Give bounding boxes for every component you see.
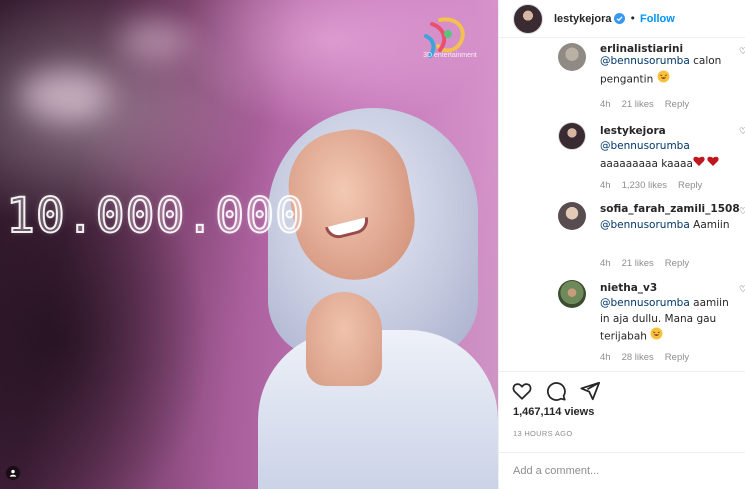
- comment-body: Aamiin: [689, 219, 730, 231]
- comment-likes[interactable]: 28 likes: [622, 352, 654, 363]
- media-overlay-number: 10.000.000: [5, 187, 305, 245]
- comment-reply-button[interactable]: Reply: [665, 258, 689, 269]
- post-side-panel: lestykejora • Follow erlinalistiarini @b…: [498, 0, 745, 489]
- comment-item: erlinalistiarini @bennusorumba calon pen…: [499, 39, 745, 113]
- comment-item: nietha_v3 @bennusorumba aamiin in aja du…: [499, 277, 745, 369]
- commenter-username[interactable]: lestykejora: [600, 125, 666, 137]
- comment-item: sofia_farah_zamili_1508 @bennusorumba Aa…: [499, 199, 745, 275]
- comment-text: @bennusorumba aaaaaaaaa kaaaa: [600, 139, 730, 172]
- add-comment-input[interactable]: [513, 465, 733, 477]
- comment-mention[interactable]: @bennusorumba: [600, 140, 690, 152]
- commenter-username[interactable]: nietha_v3: [600, 282, 657, 294]
- comment-meta: 4h 21 likes Reply: [600, 258, 700, 269]
- comment-heart-icon[interactable]: ♡: [739, 285, 745, 295]
- bokeh-light: [120, 20, 190, 60]
- commenter-avatar[interactable]: [558, 122, 586, 150]
- views-count[interactable]: 1,467,114 views: [513, 406, 594, 418]
- laughing-face-icon: [650, 327, 663, 346]
- comment-heart-icon[interactable]: ♡: [739, 47, 745, 57]
- author-username[interactable]: lestykejora: [554, 13, 611, 25]
- comment-meta: 4h 21 likes Reply: [600, 99, 700, 110]
- post-header: lestykejora • Follow: [499, 0, 745, 38]
- comment-time: 4h: [600, 99, 611, 110]
- author-avatar[interactable]: [513, 3, 543, 34]
- comments-list[interactable]: erlinalistiarini @bennusorumba calon pen…: [499, 39, 745, 370]
- comment-likes[interactable]: 21 likes: [622, 258, 654, 269]
- comment-time: 4h: [600, 258, 611, 269]
- brand-text: 3D entertainment: [423, 52, 477, 59]
- post-media[interactable]: 10.000.000 3D entertainment: [0, 0, 498, 489]
- comment-mention[interactable]: @bennusorumba: [600, 297, 690, 309]
- like-heart-icon[interactable]: [511, 380, 533, 402]
- red-hearts-icon: [693, 155, 721, 173]
- follow-button[interactable]: Follow: [640, 13, 675, 25]
- comment-likes[interactable]: 21 likes: [622, 99, 654, 110]
- comment-meta: 4h 28 likes Reply: [600, 352, 700, 363]
- post-timestamp[interactable]: 13 HOURS AGO: [513, 429, 572, 438]
- comment-time: 4h: [600, 180, 611, 191]
- comment-item: lestykejora @bennusorumba aaaaaaaaa kaaa…: [499, 119, 745, 195]
- tagged-user-icon[interactable]: [6, 466, 20, 480]
- add-comment-bar: [499, 452, 745, 489]
- comment-likes[interactable]: 1,230 likes: [622, 180, 667, 191]
- comment-reply-button[interactable]: Reply: [678, 180, 702, 191]
- comment-reply-button[interactable]: Reply: [665, 352, 689, 363]
- comment-mention[interactable]: @bennusorumba: [600, 219, 690, 231]
- comment-time: 4h: [600, 352, 611, 363]
- comment-meta: 4h 1,230 likes Reply: [600, 180, 713, 191]
- commenter-username[interactable]: sofia_farah_zamili_1508: [600, 203, 740, 215]
- comment-reply-button[interactable]: Reply: [665, 99, 689, 110]
- comment-heart-icon[interactable]: ♡: [739, 207, 745, 217]
- commenter-avatar[interactable]: [558, 202, 586, 230]
- verified-badge-icon: [614, 13, 626, 24]
- laughing-face-icon: [657, 70, 670, 89]
- figure-hands: [306, 292, 382, 386]
- post-actions-bar: [499, 371, 745, 406]
- comment-text: @bennusorumba aamiin in aja dullu. Mana …: [600, 296, 730, 346]
- comment-text: @bennusorumba Aamiin: [600, 218, 730, 234]
- header-separator: •: [629, 12, 636, 25]
- share-paper-plane-icon[interactable]: [579, 380, 601, 402]
- comment-text: @bennusorumba calon pengantin: [600, 54, 730, 88]
- comment-mention[interactable]: @bennusorumba: [600, 55, 690, 67]
- bokeh-light: [20, 70, 110, 120]
- comment-bubble-icon[interactable]: [545, 380, 567, 402]
- comment-heart-icon[interactable]: ♡: [739, 127, 745, 137]
- commenter-avatar[interactable]: [558, 43, 586, 71]
- commenter-avatar[interactable]: [558, 280, 586, 308]
- comment-body: aaaaaaaaa kaaaa: [600, 157, 693, 170]
